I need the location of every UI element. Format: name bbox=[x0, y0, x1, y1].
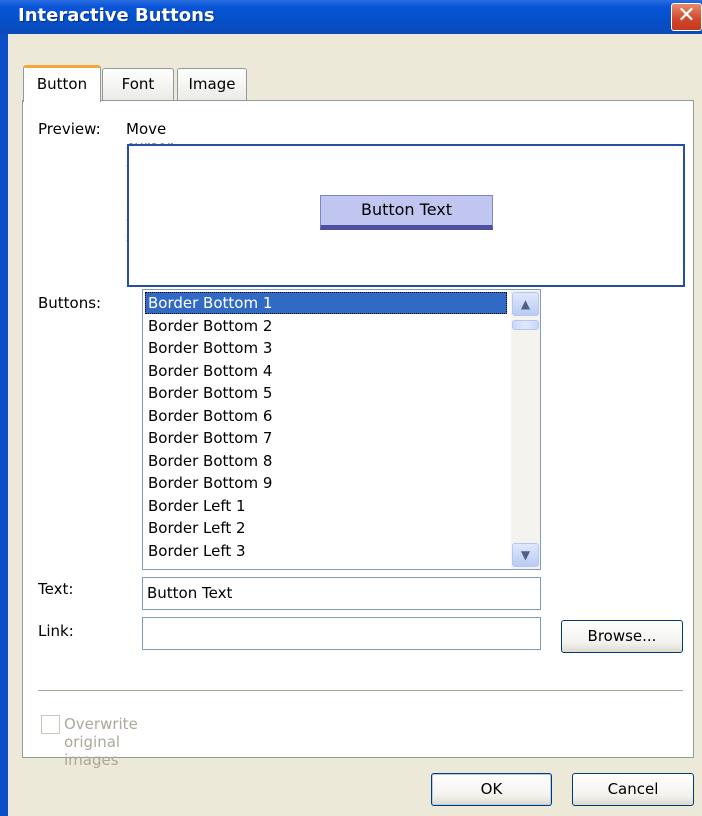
text-label: Text: bbox=[38, 580, 74, 598]
browse-button[interactable]: Browse... bbox=[561, 620, 683, 653]
list-item[interactable]: Border Left 3 bbox=[145, 540, 507, 562]
ok-button[interactable]: OK bbox=[431, 773, 552, 806]
list-item[interactable]: Border Left 1 bbox=[145, 495, 507, 517]
list-item[interactable]: Border Bottom 7 bbox=[145, 427, 507, 449]
chevron-up-icon: ▲ bbox=[520, 297, 531, 311]
overwrite-label: Overwrite original images bbox=[64, 715, 138, 769]
cancel-button[interactable]: Cancel bbox=[572, 773, 694, 806]
buttons-label: Buttons: bbox=[38, 294, 102, 312]
list-item[interactable]: Border Bottom 2 bbox=[145, 315, 507, 337]
list-item[interactable]: Border Bottom 4 bbox=[145, 360, 507, 382]
close-icon: ✕ bbox=[677, 3, 696, 28]
overwrite-checkbox[interactable] bbox=[41, 715, 60, 734]
list-item[interactable]: Border Bottom 1 bbox=[145, 292, 507, 314]
list-item[interactable]: Border Bottom 6 bbox=[145, 405, 507, 427]
scroll-thumb[interactable] bbox=[512, 320, 539, 330]
buttons-listbox[interactable]: Border Bottom 1 Border Bottom 2 Border Bot… bbox=[142, 289, 541, 570]
list-item[interactable]: Border Bottom 3 bbox=[145, 337, 507, 359]
scroll-up-button[interactable]: ▲ bbox=[512, 292, 539, 316]
close-button[interactable]: ✕ bbox=[671, 3, 702, 31]
preview-label: Preview: bbox=[38, 120, 101, 138]
list-item[interactable]: Border Left 2 bbox=[145, 517, 507, 539]
window-frame-left bbox=[0, 34, 8, 816]
chevron-down-icon: ▼ bbox=[520, 548, 531, 562]
list-item[interactable]: Border Bottom 8 bbox=[145, 450, 507, 472]
text-input[interactable]: Button Text bbox=[142, 577, 541, 610]
tab-image[interactable]: Image bbox=[177, 68, 247, 100]
link-label: Link: bbox=[38, 622, 74, 640]
scroll-down-button[interactable]: ▼ bbox=[512, 543, 539, 567]
window-title: Interactive Buttons bbox=[18, 5, 215, 26]
tab-font[interactable]: Font bbox=[102, 68, 174, 100]
separator bbox=[38, 690, 683, 692]
list-item[interactable]: Border Bottom 5 bbox=[145, 382, 507, 404]
list-item[interactable]: Border Bottom 9 bbox=[145, 472, 507, 494]
list-scrollbar[interactable]: ▲ ▼ bbox=[511, 290, 540, 569]
sample-button[interactable]: Button Text bbox=[320, 195, 493, 230]
link-input[interactable] bbox=[142, 617, 541, 650]
tab-button[interactable]: Button bbox=[23, 65, 101, 102]
